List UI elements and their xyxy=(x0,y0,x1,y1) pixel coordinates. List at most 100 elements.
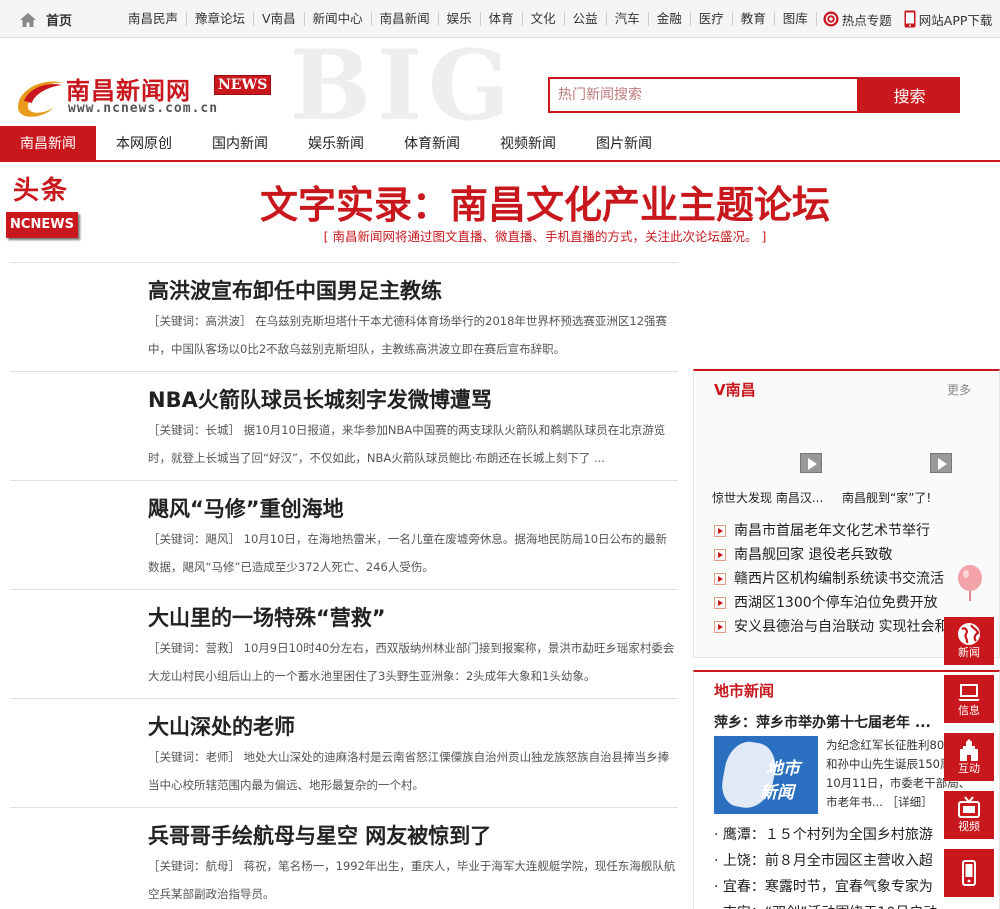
site-header: BIG 南昌新闻网 NEWS www.ncnews.com.cn 搜索 xyxy=(0,39,1000,126)
list-item: 大山里的一场特殊“营救” ［关键词：营救］ 10月9日10时40分左右，西双版纳… xyxy=(10,589,678,698)
list-item: 兵哥哥手绘航母与星空 网友被惊到了 ［关键词：航母］ 蒋祝，笔名杨一，1992年… xyxy=(10,807,678,909)
article-title[interactable]: 飓风“马修”重创海地 xyxy=(148,493,344,523)
side-nav-label: 视频 xyxy=(958,820,980,833)
header-decoration: BIG xyxy=(290,39,517,126)
side-info-button[interactable]: 信息 xyxy=(944,675,994,723)
hot-topics-icon xyxy=(823,11,839,27)
list-item-text: 赣西片区机构编制系统读书交流活 xyxy=(734,571,944,587)
tab-nanchang-news[interactable]: 南昌新闻 xyxy=(0,126,96,160)
headline-title[interactable]: 文字实录：南昌文化产业主题论坛 xyxy=(90,174,1000,229)
video-caption[interactable]: 南昌舰到“家”了! xyxy=(842,489,931,506)
list-item-text: 南昌舰回家 退役老兵致敬 xyxy=(734,547,893,563)
headline-badge-bottom: NCNEWS xyxy=(6,212,78,238)
top-link-education[interactable]: 教育 xyxy=(733,12,775,26)
main-nav: 南昌新闻 本网原创 国内新闻 娱乐新闻 体育新闻 视频新闻 图片新闻 xyxy=(0,126,1000,162)
play-icon[interactable] xyxy=(800,453,822,473)
top-bar: 首页 南昌民声 豫章论坛 V南昌 新闻中心 南昌新闻 娱乐 体育 文化 公益 汽… xyxy=(0,0,1000,38)
image-text: 地市 xyxy=(766,759,800,779)
side-nav-label: 互动 xyxy=(958,762,980,775)
article-title[interactable]: 大山里的一场特殊“营救” xyxy=(148,602,386,632)
top-link-entertainment[interactable]: 娱乐 xyxy=(439,12,481,26)
local-news-image[interactable]: 地市 新闻 xyxy=(714,736,818,814)
tab-domestic-news[interactable]: 国内新闻 xyxy=(192,126,288,160)
top-link-minsheng[interactable]: 南昌民声 xyxy=(120,12,188,26)
article-summary: ［关键词：老师］ 地处大山深处的迪麻洛村是云南省怒江傈僳族自治州贡山独龙族怒族自… xyxy=(148,750,670,792)
top-link-culture[interactable]: 文化 xyxy=(523,12,565,26)
top-link-sports[interactable]: 体育 xyxy=(481,12,523,26)
article-title[interactable]: 兵哥哥手绘航母与星空 网友被惊到了 xyxy=(148,820,491,850)
home-icon xyxy=(20,12,36,27)
list-item-text: 西湖区1300个停车泊位免费开放 xyxy=(734,595,938,611)
tab-video-news[interactable]: 视频新闻 xyxy=(480,126,576,160)
home-link[interactable]: 首页 xyxy=(20,10,72,29)
article-summary: ［关键词：营救］ 10月9日10时40分左右，西双版纳州林业部门接到报案称，景洪… xyxy=(148,641,675,683)
headline-badge-top: 头条 xyxy=(12,176,69,206)
search-button[interactable]: 搜索 xyxy=(859,77,960,113)
site-logo[interactable]: 南昌新闻网 NEWS www.ncnews.com.cn xyxy=(14,71,284,119)
tab-entertainment-news[interactable]: 娱乐新闻 xyxy=(288,126,384,160)
list-item: 飓风“马修”重创海地 ［关键词：飓风］ 10月10日，在海地热雷米，一名儿童在废… xyxy=(10,480,678,589)
panel-title[interactable]: V南昌 xyxy=(714,379,756,400)
hot-topics-link[interactable]: 热点专题 xyxy=(817,10,898,29)
logo-swoosh-icon xyxy=(18,81,64,117)
article-title[interactable]: 高洪波宣布卸任中国男足主教练 xyxy=(148,275,442,305)
tab-original[interactable]: 本网原创 xyxy=(96,126,192,160)
article-summary: ［关键词：航母］ 蒋祝，笔名杨一，1992年出生，重庆人，毕业于海军大连舰艇学院… xyxy=(148,859,676,901)
list-item[interactable]: · 宜春：寒露时节，宜春气象专家为 xyxy=(714,874,974,900)
arrow-right-icon xyxy=(714,621,726,633)
list-item[interactable]: · 吉安：“双创”活动围绕于10月启动 xyxy=(714,900,974,909)
local-lead-title[interactable]: 萍乡：萍乡市举办第十七届老年 ... xyxy=(714,712,931,732)
list-item: 大山深处的老师 ［关键词：老师］ 地处大山深处的迪麻洛村是云南省怒江傈僳族自治州… xyxy=(10,698,678,807)
top-nav: 南昌民声 豫章论坛 V南昌 新闻中心 南昌新闻 娱乐 体育 文化 公益 汽车 金… xyxy=(120,0,998,38)
top-link-forum[interactable]: 豫章论坛 xyxy=(187,12,255,26)
article-title[interactable]: 大山深处的老师 xyxy=(148,711,295,741)
side-video-button[interactable]: 视频 xyxy=(944,791,994,839)
tab-sports-news[interactable]: 体育新闻 xyxy=(384,126,480,160)
list-item[interactable]: 南昌舰回家 退役老兵致敬 xyxy=(714,543,994,567)
top-link-gallery[interactable]: 图库 xyxy=(775,12,817,26)
headline-badge: 头条 NCNEWS xyxy=(4,172,78,244)
search-input[interactable] xyxy=(548,77,859,113)
panel-title[interactable]: 地市新闻 xyxy=(714,680,774,701)
top-link-nanchang-news[interactable]: 南昌新闻 xyxy=(372,12,439,26)
list-item-text: 南昌市首届老年文化艺术节举行 xyxy=(734,523,930,539)
top-link-charity[interactable]: 公益 xyxy=(565,12,607,26)
list-item[interactable]: · 上饶：前８月全市园区主营收入超 xyxy=(714,848,974,874)
top-link-news-center[interactable]: 新闻中心 xyxy=(305,12,372,26)
side-news-button[interactable]: 新闻 xyxy=(944,617,994,665)
arrow-right-icon xyxy=(714,597,726,609)
list-item[interactable]: 南昌市首届老年文化艺术节举行 xyxy=(714,519,994,543)
app-download-label: 网站APP下载 xyxy=(918,12,993,28)
more-link[interactable]: 更多 xyxy=(947,381,971,398)
logo-news-badge: NEWS xyxy=(214,75,272,95)
top-link-finance[interactable]: 金融 xyxy=(649,12,691,26)
hot-topics-label: 热点专题 xyxy=(841,12,892,28)
list-item: NBA火箭队球员长城刻字发微博遭骂 ［关键词：长城］ 据10月10日报道，来华参… xyxy=(10,371,678,480)
arrow-right-icon xyxy=(714,549,726,561)
tv-icon xyxy=(958,796,980,818)
video-caption[interactable]: 惊世大发现 南昌汉... xyxy=(712,489,823,506)
laptop-icon xyxy=(958,684,980,701)
local-news-list: · 鹰潭：１５个村列为全国乡村旅游 · 上饶：前８月全市园区主营收入超 · 宜春… xyxy=(714,822,974,909)
side-nav-label: 信息 xyxy=(958,704,980,717)
balloon-icon[interactable] xyxy=(956,565,984,601)
top-link-vnanchang[interactable]: V南昌 xyxy=(254,12,305,26)
article-summary: ［关键词：高洪波］ 在乌兹别克斯坦塔什干本尤德科体育场举行的2018年世界杯预选… xyxy=(148,314,668,356)
side-nav-label: 新闻 xyxy=(958,646,980,659)
top-link-auto[interactable]: 汽车 xyxy=(607,12,649,26)
list-item[interactable]: · 鹰潭：１５个村列为全国乡村旅游 xyxy=(714,822,974,848)
mobile-phone-icon xyxy=(904,10,916,28)
top-link-medical[interactable]: 医疗 xyxy=(691,12,733,26)
tab-photo-news[interactable]: 图片新闻 xyxy=(576,126,672,160)
side-mobile-button[interactable] xyxy=(944,849,994,897)
list-item[interactable]: 赣西片区机构编制系统读书交流活 xyxy=(714,567,994,591)
globe-icon xyxy=(958,623,980,645)
home-label: 首页 xyxy=(46,14,73,29)
side-interactive-button[interactable]: 互动 xyxy=(944,733,994,781)
play-icon[interactable] xyxy=(930,453,952,473)
article-title[interactable]: NBA火箭队球员长城刻字发微博遭骂 xyxy=(148,384,492,414)
app-download-link[interactable]: 网站APP下载 xyxy=(898,10,999,29)
mobile-phone-icon xyxy=(962,860,976,886)
article-summary: ［关键词：飓风］ 10月10日，在海地热雷米，一名儿童在废墟旁休息。据海地民防局… xyxy=(148,532,668,574)
list-item[interactable]: 西湖区1300个停车泊位免费开放 xyxy=(714,591,994,615)
